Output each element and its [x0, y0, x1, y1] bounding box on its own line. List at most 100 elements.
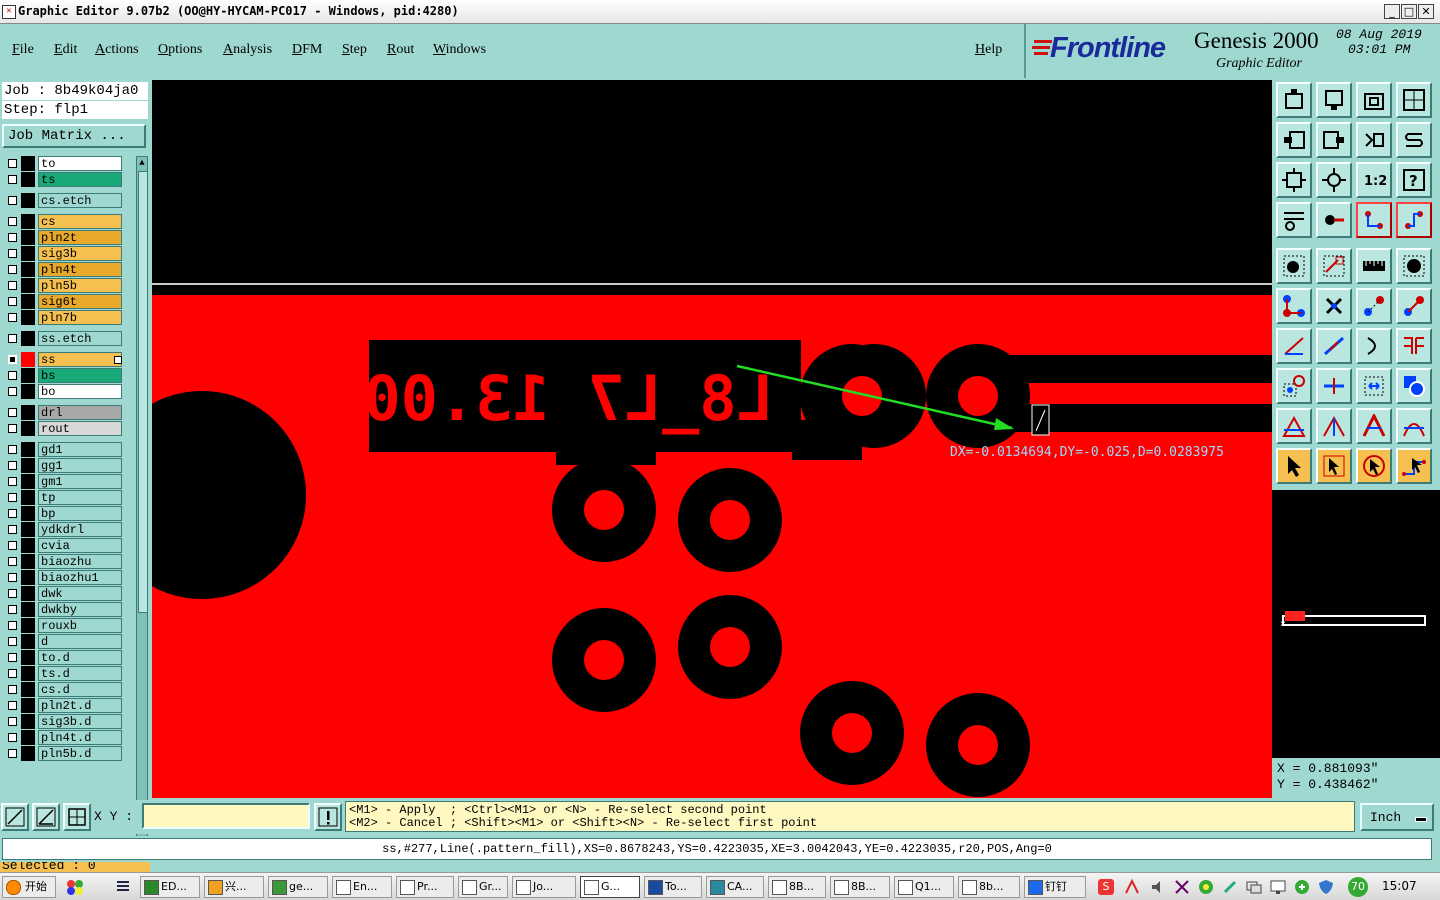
- measure-ruler-icon[interactable]: [1356, 248, 1392, 284]
- job-matrix-button[interactable]: Job Matrix ...: [2, 124, 146, 148]
- layer-checkbox[interactable]: [8, 605, 17, 614]
- layer-row-cs-etch[interactable]: cs.etch: [4, 193, 122, 208]
- alert-icon[interactable]: [314, 803, 342, 831]
- layer-row-sig3b-d[interactable]: sig3b.d: [4, 714, 122, 729]
- layer-row-pln5b[interactable]: pln5b: [4, 278, 122, 293]
- layer-row-bs[interactable]: bs: [4, 368, 122, 383]
- layer-checkbox[interactable]: [8, 637, 17, 646]
- layer-checkbox[interactable]: [8, 685, 17, 694]
- layer-checkbox[interactable]: [8, 493, 17, 502]
- taskbar-item[interactable]: Q1...: [894, 876, 954, 898]
- menu-rout[interactable]: Rout: [387, 42, 414, 58]
- select-all-icon[interactable]: [1396, 248, 1432, 284]
- menu-windows[interactable]: Windows: [433, 42, 486, 58]
- taskbar-item[interactable]: Jo...: [512, 876, 576, 898]
- overview-map[interactable]: ×: [1272, 490, 1440, 758]
- pointer-select-icon[interactable]: [1316, 448, 1352, 484]
- layer-checkbox[interactable]: [8, 355, 17, 364]
- layer-row-rouxb[interactable]: rouxb: [4, 618, 122, 633]
- pan-left-icon[interactable]: [1276, 122, 1312, 158]
- tray-sync-icon[interactable]: [1294, 879, 1310, 895]
- layer-row-tp[interactable]: tp: [4, 490, 122, 505]
- layer-row-to[interactable]: to: [4, 156, 122, 171]
- clock[interactable]: 15:07: [1382, 879, 1417, 893]
- menu-step[interactable]: Step: [342, 42, 367, 58]
- show-desktop-icon[interactable]: [116, 879, 130, 895]
- home-view-icon[interactable]: [1276, 82, 1312, 118]
- add-surface-icon[interactable]: [1276, 368, 1312, 404]
- menu-options[interactable]: Options: [158, 42, 202, 58]
- taskbar-item[interactable]: 8b...: [958, 876, 1020, 898]
- taskbar-item[interactable]: ge...: [268, 876, 328, 898]
- layer-row-gg1[interactable]: gg1: [4, 458, 122, 473]
- layer-row-gm1[interactable]: gm1: [4, 474, 122, 489]
- layer-checkbox[interactable]: [8, 297, 17, 306]
- line-mode-icon[interactable]: [1, 803, 29, 831]
- units-selector[interactable]: Inch: [1360, 803, 1434, 831]
- add-polygon-icon[interactable]: [1276, 408, 1312, 444]
- layer-checkbox[interactable]: [8, 445, 17, 454]
- zoom-down-icon[interactable]: [1316, 82, 1352, 118]
- taskbar-item[interactable]: 8B...: [768, 876, 826, 898]
- layer-checkbox[interactable]: [8, 217, 17, 226]
- select-line-icon[interactable]: [1316, 248, 1352, 284]
- layer-row-bo[interactable]: bo: [4, 384, 122, 399]
- pointer-ring-icon[interactable]: [1356, 448, 1392, 484]
- add-line-icon[interactable]: [1276, 328, 1312, 364]
- layer-row-bp[interactable]: bp: [4, 506, 122, 521]
- pan-right-icon[interactable]: [1316, 122, 1352, 158]
- layer-checkbox[interactable]: [8, 573, 17, 582]
- layer-checkbox[interactable]: [8, 371, 17, 380]
- layer-scrollbar[interactable]: ▲ ▼: [136, 156, 148, 850]
- fill-icon[interactable]: [1396, 328, 1432, 364]
- layer-checkbox[interactable]: [8, 541, 17, 550]
- layer-checkbox[interactable]: [8, 249, 17, 258]
- angle-mode-icon[interactable]: [32, 803, 60, 831]
- query-icon[interactable]: ?: [1396, 162, 1432, 198]
- menu-help[interactable]: Help: [975, 42, 1002, 58]
- net-highlight-icon[interactable]: [1396, 202, 1432, 238]
- taskbar-item[interactable]: ED...: [140, 876, 200, 898]
- layer-checkbox[interactable]: [8, 525, 17, 534]
- resize-icon[interactable]: [1356, 368, 1392, 404]
- redraw-icon[interactable]: [1396, 122, 1432, 158]
- layer-checkbox[interactable]: [8, 334, 17, 343]
- quicklaunch-icon[interactable]: [66, 879, 84, 895]
- taskbar-item[interactable]: Gr...: [458, 876, 508, 898]
- layer-checkbox[interactable]: [8, 589, 17, 598]
- layer-row-ts-d[interactable]: ts.d: [4, 666, 122, 681]
- network-icon[interactable]: [1246, 879, 1262, 895]
- taskbar-item[interactable]: G...: [580, 876, 640, 898]
- polygon-edit-icon[interactable]: [1316, 408, 1352, 444]
- layer-row-to-d[interactable]: to.d: [4, 650, 122, 665]
- move-icon[interactable]: [1356, 288, 1392, 324]
- layer-row-biaozhu[interactable]: biaozhu: [4, 554, 122, 569]
- layer-checkbox[interactable]: [8, 509, 17, 518]
- layer-checkbox[interactable]: [8, 621, 17, 630]
- layer-row-ts[interactable]: ts: [4, 172, 122, 187]
- menu-dfm[interactable]: DFM: [292, 42, 322, 58]
- layer-row-pln4t[interactable]: pln4t: [4, 262, 122, 277]
- polygon-fill-icon[interactable]: [1356, 408, 1392, 444]
- minimize-button[interactable]: _: [1384, 4, 1400, 19]
- layer-row-biaozhu1[interactable]: biaozhu1: [4, 570, 122, 585]
- taskbar-item[interactable]: Pr...: [396, 876, 454, 898]
- close-button[interactable]: ✕: [1418, 4, 1434, 19]
- layer-row-dwk[interactable]: dwk: [4, 586, 122, 601]
- pointer-net-icon[interactable]: [1396, 448, 1432, 484]
- layer-row-pln7b[interactable]: pln7b: [4, 310, 122, 325]
- layer-checkbox[interactable]: [8, 701, 17, 710]
- layer-row-cvia[interactable]: cvia: [4, 538, 122, 553]
- layer-checkbox[interactable]: [8, 717, 17, 726]
- edit-line-icon[interactable]: [1316, 328, 1352, 364]
- settings-icon[interactable]: [1276, 202, 1312, 238]
- overview-viewport[interactable]: [1285, 611, 1305, 621]
- delete-icon[interactable]: [1316, 288, 1352, 324]
- scroll-up-icon[interactable]: ▲: [137, 157, 147, 169]
- taskbar-item[interactable]: En...: [332, 876, 392, 898]
- layer-checkbox[interactable]: [8, 281, 17, 290]
- menu-edit[interactable]: Edit: [54, 42, 77, 58]
- menu-analysis[interactable]: Analysis: [223, 42, 272, 58]
- layer-checkbox[interactable]: [8, 653, 17, 662]
- layer-row-sig6t[interactable]: sig6t: [4, 294, 122, 309]
